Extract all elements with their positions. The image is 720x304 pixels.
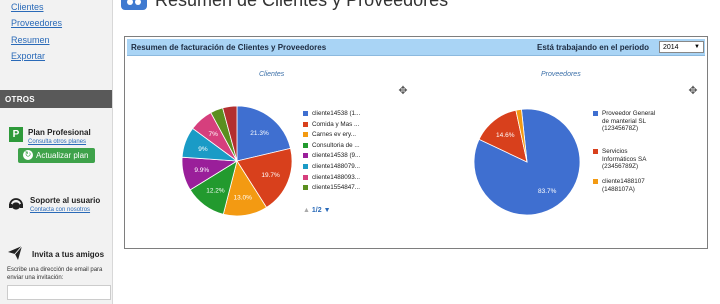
clientes-legend-label-7: cliente1554847...: [312, 184, 360, 192]
proveedores-legend-label-0: Proveedor General de manterial SL (12345…: [602, 110, 656, 133]
clientes-legend-swatch-1: [303, 121, 308, 127]
clientes-legend-label-1: Comida y Mas ...: [312, 120, 360, 128]
upgrade-plan-button[interactable]: ↻ Actualizar plan: [18, 148, 95, 163]
sidebar: Clientes Proveedores Resumen Exportar OT…: [0, 0, 113, 304]
move-icon[interactable]: ✥: [397, 85, 409, 97]
proveedores-pie-chart: 83.7% 14.6%: [473, 108, 581, 216]
sidebar-link-clientes[interactable]: Clientes: [11, 2, 44, 12]
upgrade-plan-label: Actualizar plan: [36, 151, 89, 160]
panel-header: Resumen de facturación de Clientes y Pro…: [127, 39, 705, 56]
clientes-slice-label-0: 21.3%: [250, 130, 269, 137]
clientes-slice-label-5: 9%: [198, 146, 208, 153]
contact-link[interactable]: Contacta con nosotros: [30, 207, 90, 213]
proveedores-slice-label-0: 83.7%: [538, 188, 557, 195]
period-select[interactable]: 2014 ▼: [659, 41, 704, 53]
proveedores-legend-swatch-0: [593, 111, 598, 116]
pager-prev-icon[interactable]: ▲: [303, 207, 310, 214]
sidebar-link-exportar[interactable]: Exportar: [11, 51, 45, 61]
refresh-icon: ↻: [23, 150, 33, 160]
users-icon: [121, 0, 147, 10]
clientes-legend-label-5: cliente1488079...: [312, 163, 360, 170]
clientes-legend-label-3: Consultoria de ...: [312, 141, 360, 149]
proveedores-legend-swatch-1: [593, 149, 598, 154]
paper-plane-icon: [8, 246, 22, 260]
pager-next-icon[interactable]: ▼: [324, 207, 331, 214]
proveedores-slice-label-1: 14.6%: [496, 132, 515, 139]
invite-title: Invita a tus amigos: [32, 250, 105, 259]
summary-panel: Resumen de facturación de Clientes y Pro…: [124, 36, 708, 249]
headset-icon: [9, 198, 23, 210]
clientes-slice-label-1: 19.7%: [261, 172, 280, 179]
plan-title: Plan Profesional: [28, 128, 91, 137]
clientes-legend-label-6: cliente1488093...: [312, 173, 360, 181]
clientes-slice-label-6: 7%: [208, 131, 218, 138]
invite-email-input[interactable]: [7, 285, 111, 300]
chevron-down-icon: ▼: [694, 44, 700, 50]
pager-label: 1/2: [311, 207, 322, 214]
page-title: Resumen de Clientes y Proveedores: [155, 0, 449, 10]
clientes-legend-swatch-5: [303, 164, 308, 169]
clientes-legend-label-0: cliente14538 (1...: [312, 110, 361, 117]
sidebar-link-resumen[interactable]: Resumen: [11, 35, 50, 45]
clientes-legend-swatch-2: [303, 132, 308, 138]
clientes-legend-swatch-3: [303, 142, 308, 148]
proveedores-legend: Proveedor General de manterial SL (12345…: [593, 110, 673, 200]
plan-icon: P: [9, 127, 23, 142]
clientes-legend-swatch-0: [303, 111, 308, 116]
panel-title: Resumen de facturación de Clientes y Pro…: [131, 43, 327, 52]
clientes-pie-chart: 21.3% 19.7% 13.0% 12.2% 9.9% 9% 7%: [181, 105, 293, 217]
proveedores-legend-swatch-2: [593, 179, 598, 184]
clientes-legend-swatch-6: [303, 174, 308, 180]
clientes-legend-label-2: Carnes ev ery...: [312, 131, 356, 139]
support-title: Soporte al usuario: [30, 196, 101, 205]
clientes-legend-pager[interactable]: ▲ 1/2 ▼: [303, 207, 331, 214]
sidebar-link-proveedores[interactable]: Proveedores: [11, 18, 62, 28]
proveedores-chart-title: Proveedores: [541, 71, 581, 78]
clientes-legend: cliente14538 (1... Comida y Mas ... Carnes…: [303, 110, 373, 196]
clientes-legend-label-4: cliente14538 (9...: [312, 152, 361, 160]
clientes-slice-label-4: 9.9%: [194, 167, 209, 174]
clientes-chart-title: Clientes: [259, 71, 285, 78]
otros-section-header: OTROS: [0, 90, 112, 108]
clientes-legend-swatch-7: [303, 185, 308, 191]
proveedores-legend-label-2: cliente1488107 (1488107A): [602, 178, 645, 193]
period-value: 2014: [663, 44, 679, 51]
other-plans-link[interactable]: Consulta otros planes: [28, 139, 86, 145]
invite-description: Escribe una dirección de email para envi…: [7, 267, 103, 281]
proveedores-legend-label-1: Servicios Informáticos SA (23456789Z): [602, 148, 647, 171]
clientes-legend-swatch-4: [303, 153, 308, 159]
period-label: Está trabajando en el periodo: [537, 43, 650, 52]
move-icon[interactable]: ✥: [687, 85, 699, 97]
clientes-slice-label-2: 13.0%: [233, 194, 252, 201]
clientes-slice-label-3: 12.2%: [206, 188, 225, 195]
